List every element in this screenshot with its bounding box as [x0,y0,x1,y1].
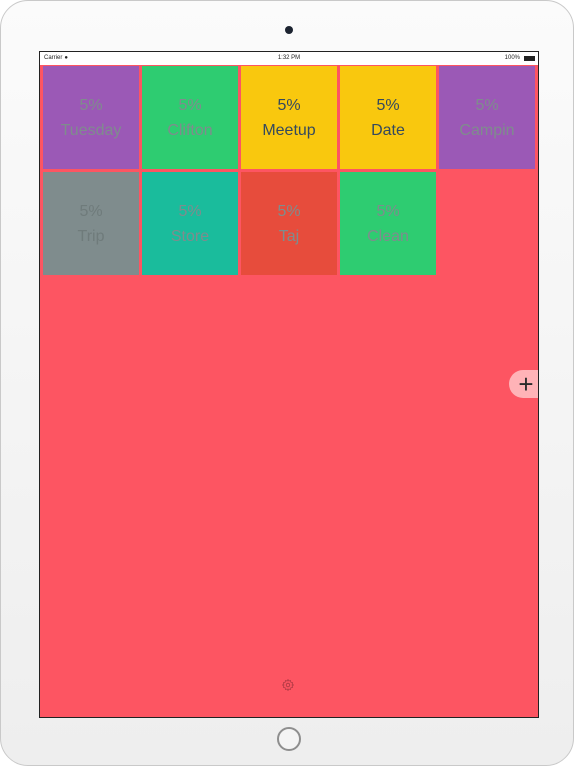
tile-percent: 5% [277,202,301,220]
tile-label: Date [371,121,405,139]
tile-store[interactable]: 5% Store [142,172,238,275]
tile-campin[interactable]: 5% Campin [439,66,535,169]
status-time: 1:32 PM [277,55,301,61]
tile-label: Store [170,227,210,245]
tile-percent: 5% [178,96,202,114]
tile-label: Campin [459,121,515,139]
plus-icon: + [518,369,534,399]
tile-clifton[interactable]: 5% Clifton [142,66,238,169]
tile-label: Taj [278,227,300,245]
tile-label: Tuesday [60,121,122,139]
status-bar: Carrier ● 1:32 PM 100% [40,52,538,65]
add-button[interactable]: + [509,369,538,399]
gear-icon[interactable] [281,678,295,692]
tile-label: Clifton [167,121,213,139]
battery-percent: 100% [504,55,520,61]
tablet-frame: Carrier ● 1:32 PM 100% 5% Tuesday 5% Clifton… [0,0,574,766]
camera [285,26,293,34]
tile-percent: 5% [178,202,202,220]
home-button[interactable] [277,727,301,751]
tile-label: Trip [77,227,105,245]
tile-percent: 5% [376,96,400,114]
tile-label: Clean [367,227,409,245]
tile-percent: 5% [79,96,103,114]
tile-meetup[interactable]: 5% Meetup [241,66,337,169]
battery-icon [524,56,535,61]
tile-date[interactable]: 5% Date [340,66,436,169]
tile-clean[interactable]: 5% Clean [340,172,436,275]
tile-label: Meetup [262,121,316,139]
tile-taj[interactable]: 5% Taj [241,172,337,275]
app-screen: Carrier ● 1:32 PM 100% 5% Tuesday 5% Clifton… [39,51,539,718]
tile-percent: 5% [376,202,400,220]
tile-percent: 5% [475,96,499,114]
tile-tuesday[interactable]: 5% Tuesday [43,66,139,169]
tile-percent: 5% [277,96,301,114]
tile-trip[interactable]: 5% Trip [43,172,139,275]
tile-percent: 5% [79,202,103,220]
